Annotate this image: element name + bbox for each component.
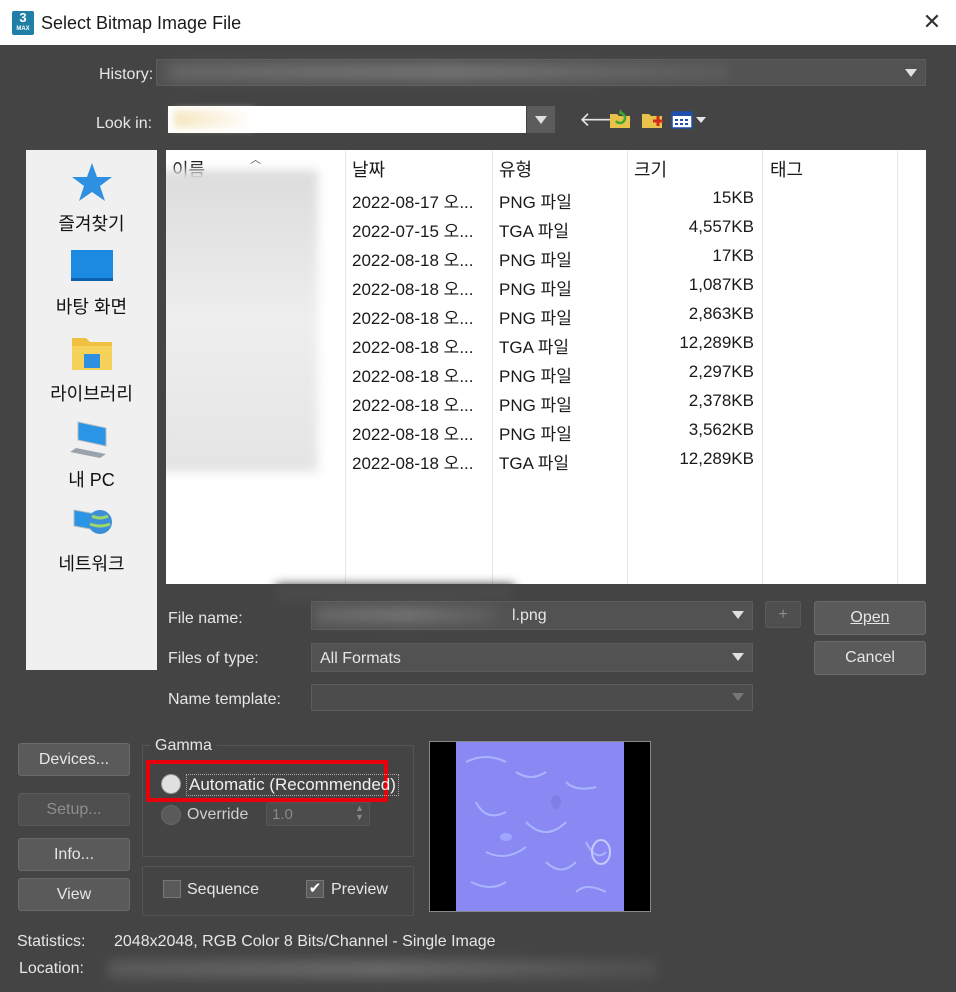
name-template-label: Name template: [168,691,281,708]
normal-map-preview-image [456,742,624,911]
checkmark-icon: ✔ [308,880,322,897]
place-label: 내 PC [68,470,115,490]
gamma-title: Gamma [150,737,217,755]
chevron-down-icon [905,69,917,77]
look-in-label: Look in: [96,115,153,132]
table-row[interactable]: 2022-08-18 오... PNG 파일 3,562KB [166,415,926,444]
file-name-value: l.png [512,607,547,624]
table-row[interactable]: 2022-08-18 오... PNG 파일 2,297KB [166,357,926,386]
table-row[interactable]: 2022-08-18 오... TGA 파일 12,289KB [166,328,926,357]
window-title: Select Bitmap Image File [41,13,242,33]
chevron-down-icon [732,653,744,661]
table-row[interactable]: 2022-08-18 오... PNG 파일 2,863KB [166,299,926,328]
column-header-size[interactable]: 크기 [634,156,667,182]
redacted-history [169,64,729,80]
place-network[interactable]: 네트워크 [26,502,157,576]
sequence-checkbox[interactable] [163,880,181,898]
look-in-dropdown-button[interactable] [527,106,555,133]
place-desktop[interactable]: 바탕 화면 [26,247,157,319]
close-icon[interactable]: ✕ [918,8,946,36]
chevron-down-icon [732,693,744,701]
column-header-date[interactable]: 날짜 [352,156,385,182]
override-radio[interactable] [161,805,181,825]
table-row[interactable]: 2022-07-15 오... TGA 파일 4,557KB [166,212,926,241]
override-label[interactable]: Override [187,806,248,824]
chevron-down-icon [732,611,744,619]
look-in-combo[interactable] [168,106,526,133]
place-favorites[interactable]: 즐겨찾기 [26,160,157,236]
back-arrow-icon[interactable]: 🡐 [579,110,633,130]
redacted-location [108,960,658,978]
view-menu-icon[interactable] [671,111,707,129]
add-button[interactable]: + [765,601,801,628]
automatic-label[interactable]: Automatic (Recommended) [186,774,399,796]
statistics-value: 2048x2048, RGB Color 8 Bits/Channel - Si… [114,933,496,950]
column-header-tags[interactable]: 태그 [770,156,803,182]
place-library[interactable]: 라이브러리 [26,332,157,406]
preview-pane [429,741,651,912]
file-name-label: File name: [168,610,243,627]
chevron-down-icon [535,116,547,124]
place-label: 바탕 화면 [55,297,128,317]
files-of-type-value: All Formats [320,650,401,667]
redacted-path [174,110,254,128]
devices-button[interactable]: Devices... [18,743,130,776]
files-of-type-dropdown[interactable]: All Formats [311,643,753,672]
redacted-file-name [316,607,496,623]
file-list[interactable]: 이름 ︿ 날짜 유형 크기 태그 2022-08-17 오...PNG 파일15… [166,150,926,584]
places-bar: 즐겨찾기 바탕 화면 라이브러리 내 PC 네트워크 [26,150,157,670]
computer-icon [69,421,106,458]
desktop-icon [70,250,113,281]
table-row[interactable]: 2022-08-17 오... PNG 파일 15KB [166,183,926,212]
table-row[interactable]: 2022-08-18 오... PNG 파일 2,378KB [166,386,926,415]
info-button[interactable]: Info... [18,838,130,871]
setup-button[interactable]: Setup... [18,793,130,826]
place-label: 즐겨찾기 [58,214,125,234]
title-bar: 3 MAX Select Bitmap Image File ✕ [0,0,956,45]
spinner-arrows-icon[interactable]: ▲ ▼ [355,804,364,822]
table-row[interactable]: 2022-08-18 오... PNG 파일 1,087KB [166,270,926,299]
statistics-label: Statistics: [17,933,86,950]
library-folder-icon [71,338,112,370]
up-folder-icon[interactable] [608,108,632,130]
open-button[interactable]: Open [814,601,926,635]
star-icon [71,163,112,201]
name-template-dropdown[interactable] [311,684,753,711]
automatic-radio[interactable] [161,774,181,794]
files-of-type-label: Files of type: [168,650,259,667]
view-button[interactable]: View [18,878,130,911]
history-label: History: [99,66,154,83]
table-row[interactable]: 2022-08-18 오... TGA 파일 12,289KB [166,444,926,473]
override-value: 1.0 [272,806,293,823]
override-spinner[interactable]: 1.0 ▲ ▼ [266,802,370,826]
place-label: 네트워크 [58,554,125,574]
cancel-button[interactable]: Cancel [814,641,926,675]
network-icon [73,509,112,534]
table-row[interactable]: 2022-08-18 오... PNG 파일 17KB [166,241,926,270]
redacted-overlay [276,584,514,602]
preview-label[interactable]: Preview [331,881,388,899]
location-label: Location: [19,960,84,977]
app-logo-icon: 3 MAX [12,11,34,35]
sequence-label[interactable]: Sequence [187,881,259,899]
sort-ascending-icon: ︿ [250,154,261,166]
history-dropdown[interactable] [156,59,926,86]
new-folder-icon[interactable] [640,108,664,130]
place-label: 라이브러리 [50,384,133,404]
column-header-type[interactable]: 유형 [499,156,532,182]
file-name-combo[interactable]: l.png [311,601,753,630]
preview-checkbox[interactable]: ✔ [306,880,324,898]
place-this-pc[interactable]: 내 PC [26,418,157,492]
